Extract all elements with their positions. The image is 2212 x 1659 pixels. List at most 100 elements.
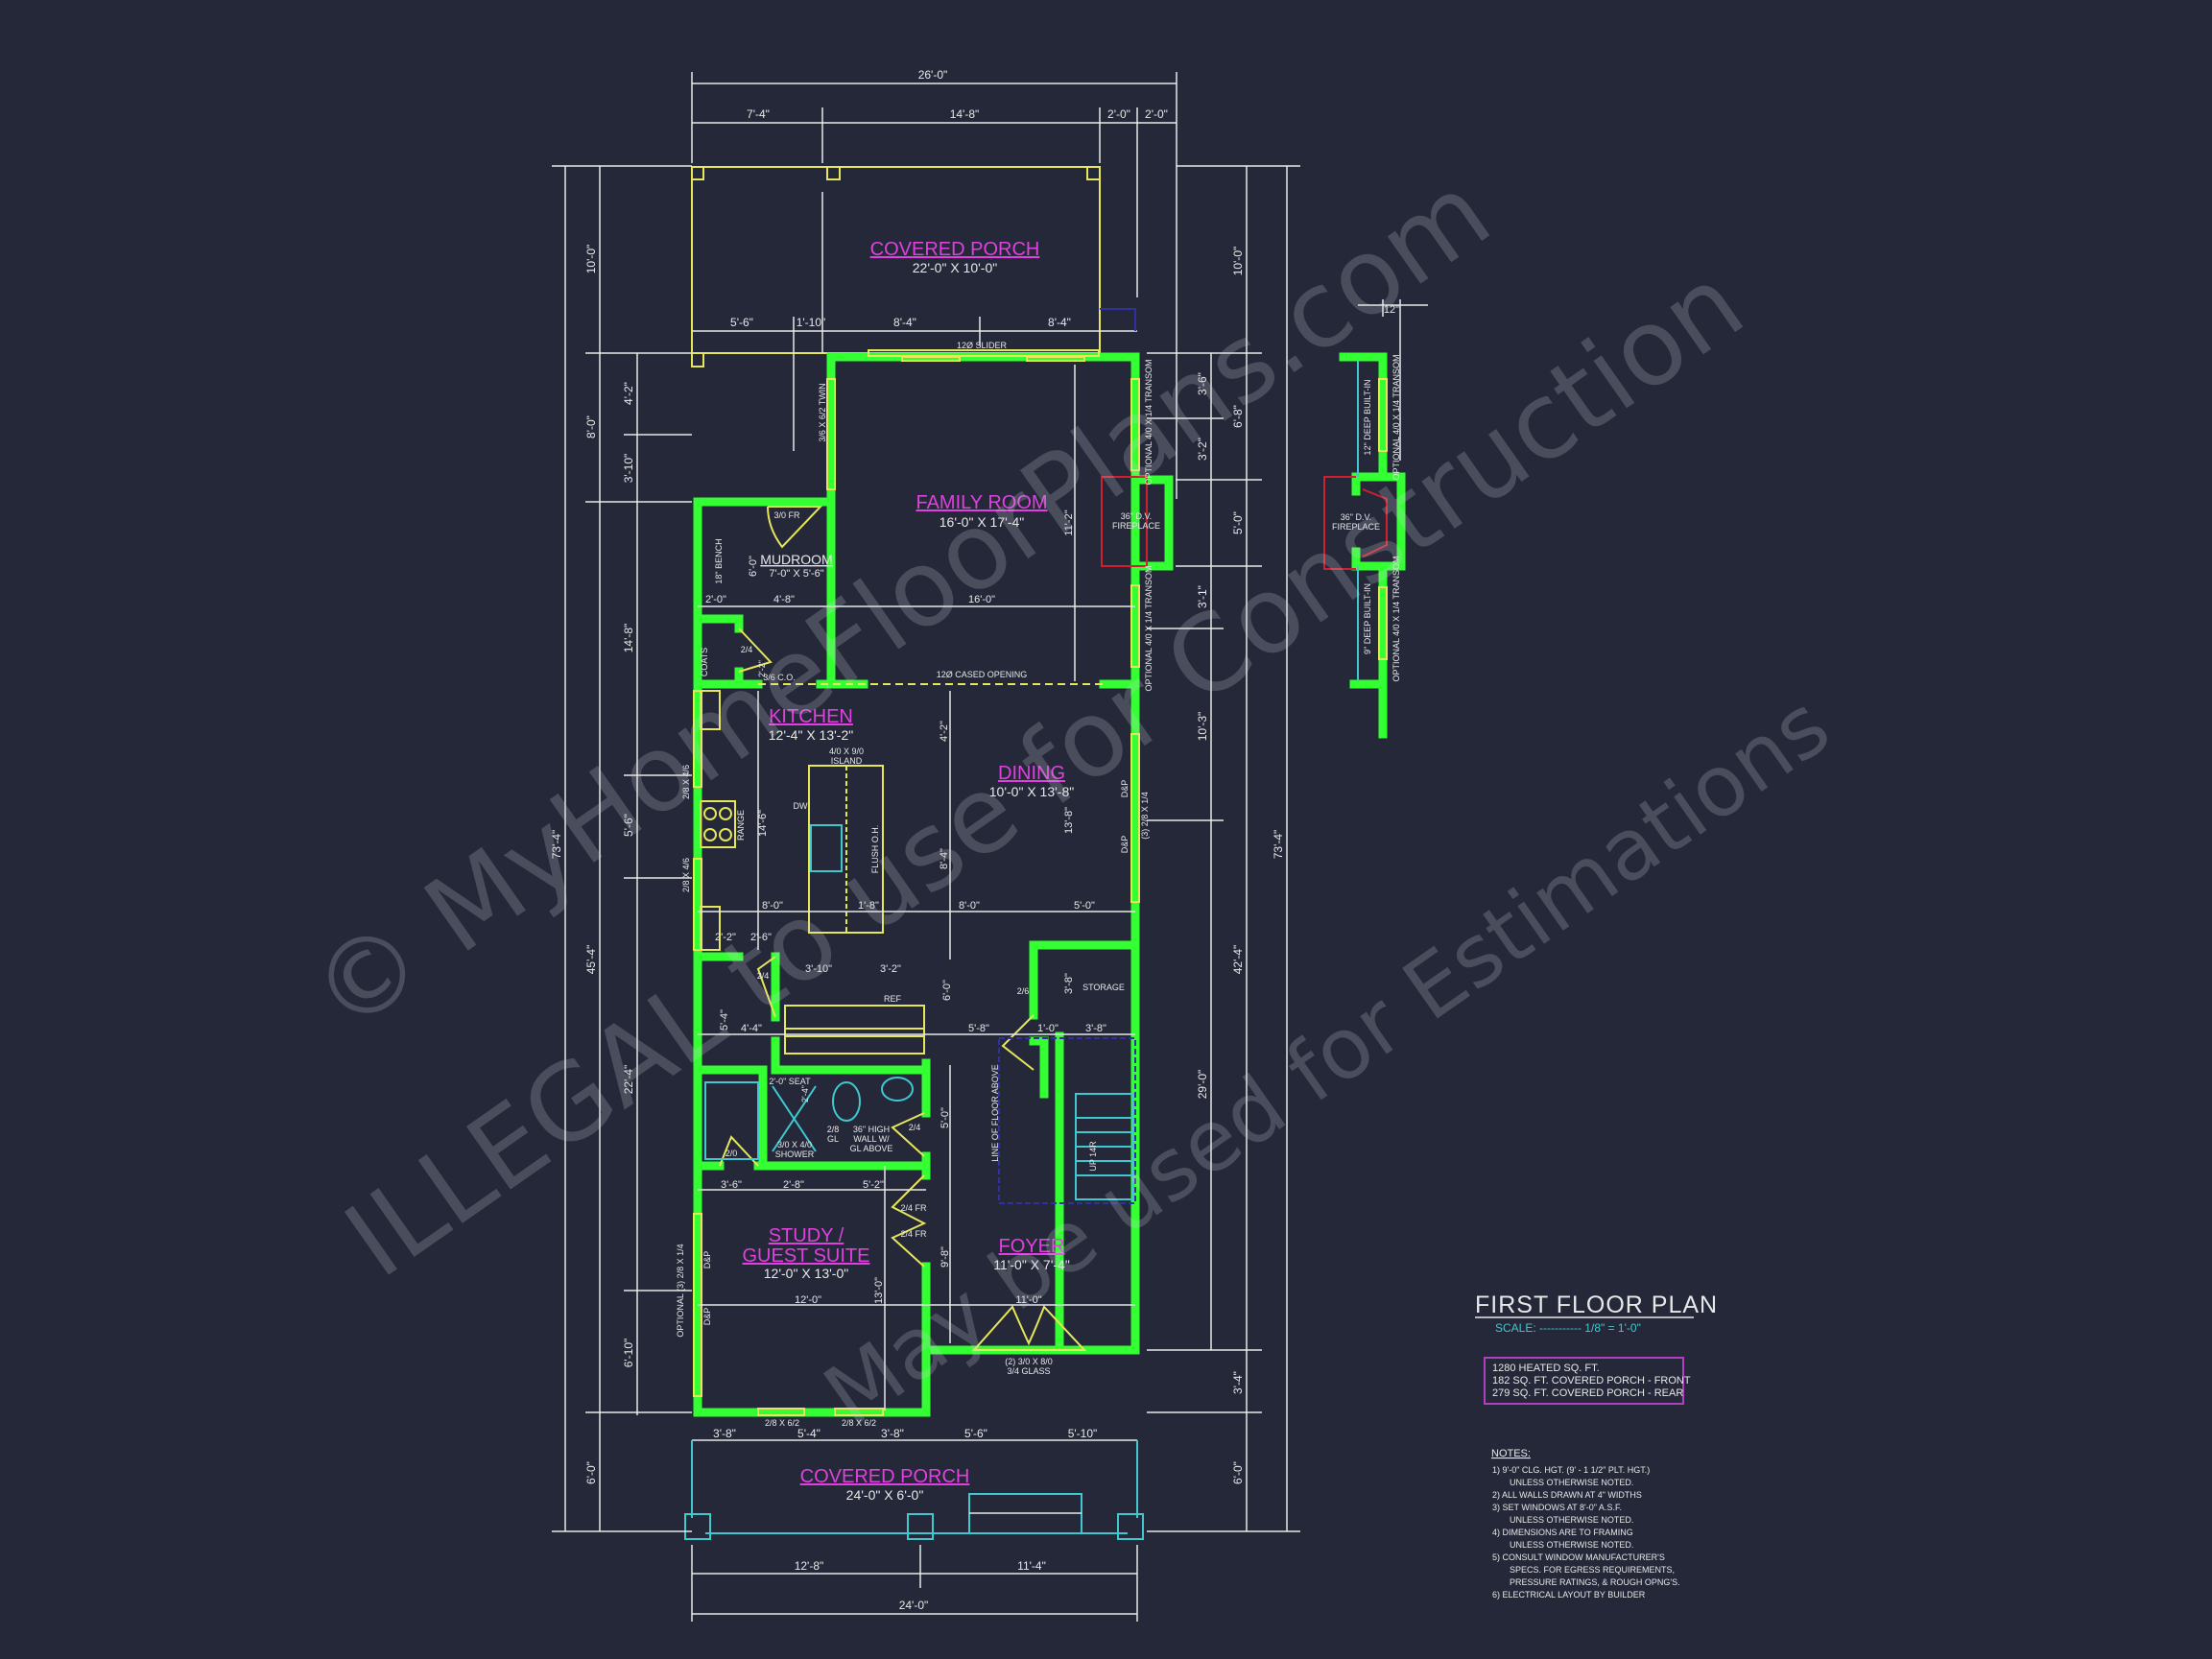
window-label: 2/8 X 4/6: [681, 858, 691, 892]
wall-note: WALL W/: [853, 1134, 890, 1144]
dim-label: 12'-0": [795, 1294, 821, 1306]
island-label: ISLAND: [831, 756, 863, 766]
entry-door-label: 3/4 GLASS: [1007, 1366, 1050, 1376]
dim-label: 3'-6": [721, 1179, 742, 1191]
dim-label: 5'-8": [968, 1023, 989, 1034]
area-line: 182 SQ. FT. COVERED PORCH - FRONT: [1492, 1375, 1691, 1386]
dim-label: 3'-8": [1085, 1023, 1106, 1034]
entry-door-label: (2) 3/0 X 8/0: [1005, 1357, 1053, 1366]
dim-left: 45'-4": [584, 945, 598, 975]
door-label: 2/4 FR: [900, 1203, 927, 1213]
dim-label: 3'-2": [880, 963, 901, 975]
door-label: 2/4: [909, 1123, 921, 1132]
dim-left: 10'-0": [584, 245, 598, 274]
note-line: PRESSURE RATINGS, & ROUGH OPNG'S.: [1510, 1577, 1680, 1587]
dim-left-inner: 14'-8": [622, 624, 635, 653]
room-name-front-porch: COVERED PORCH: [800, 1466, 970, 1487]
room-name-mudroom: MUDROOM: [760, 552, 832, 567]
window-label: 3/6 X 6/2 TWIN: [818, 383, 827, 441]
door-label: 2/8: [827, 1125, 840, 1134]
note-line: 4) DIMENSIONS ARE TO FRAMING: [1492, 1528, 1633, 1537]
dp-label: D&P: [1120, 836, 1130, 854]
dim-right-overall: 73'-4": [1272, 830, 1285, 860]
note-line: 1) 9'-0" CLG. HGT. (9' - 1 1/2" PLT. HGT…: [1492, 1465, 1650, 1475]
dim-right: 5'-0": [1231, 511, 1245, 534]
dim-top: 7'-4": [747, 107, 770, 121]
door-label: 2/0: [725, 1149, 738, 1158]
dp-label: D&P: [702, 1251, 712, 1269]
dim-left-inner: 6'-10": [622, 1339, 635, 1368]
plan-title: FIRST FLOOR PLAN: [1475, 1292, 1718, 1318]
ref-label: REF: [884, 994, 902, 1004]
floor-plan-drawing: 26'-0" 7'-4" 14'-8" 2'-0" 2'-0" COVERED …: [0, 0, 2212, 1659]
bench-label: 18" BENCH: [714, 538, 724, 583]
plan-scale: SCALE: ----------- 1/8" = 1'-0": [1495, 1321, 1641, 1335]
dim-label: 6'-0": [941, 980, 953, 1001]
shower-label: SHOWER: [775, 1149, 815, 1159]
area-line: 279 SQ. FT. COVERED PORCH - REAR: [1492, 1387, 1683, 1399]
dim-bottom: 5'-4": [797, 1427, 821, 1440]
window-label: 2/8 X 6/2: [765, 1418, 799, 1428]
seat-label: 2'-0" SEAT: [769, 1077, 811, 1086]
dim-label: 14'-6": [757, 810, 769, 837]
note-line: UNLESS OTHERWISE NOTED.: [1510, 1478, 1633, 1487]
dim-label: 1'-0": [1037, 1023, 1058, 1034]
dim-label: 2'-8": [783, 1179, 804, 1191]
floor-above-label: LINE OF FLOOR ABOVE: [990, 1064, 1000, 1162]
wall-note: 36" HIGH: [853, 1125, 890, 1134]
dim-label: 2'-4": [800, 1085, 810, 1102]
window-label: (3) 2/8 X 1/4: [1140, 792, 1150, 840]
dim-porch: 8'-4": [1048, 316, 1071, 329]
dim-left-inner: 3'-10": [622, 454, 635, 484]
note-line: UNLESS OTHERWISE NOTED.: [1510, 1540, 1633, 1550]
note-line: 5) CONSULT WINDOW MANUFACTURER'S: [1492, 1552, 1665, 1562]
dim-right: 3'-4": [1231, 1371, 1245, 1394]
dim-porch: 1'-10": [797, 316, 826, 329]
door-label: GL: [827, 1134, 839, 1144]
area-line: 1280 HEATED SQ. FT.: [1492, 1363, 1600, 1374]
dim-bottom: 5'-6": [964, 1427, 987, 1440]
dim-bottom-mid: 12'-8": [795, 1559, 824, 1573]
room-size-study: 12'-0" X 13'-0": [764, 1266, 848, 1281]
dim-right: 6'-0": [1231, 1461, 1245, 1484]
note-line: 2) ALL WALLS DRAWN AT 4" WIDTHS: [1492, 1490, 1642, 1500]
note-line: SPECS. FOR EGRESS REQUIREMENTS,: [1510, 1565, 1675, 1575]
dim-top: 2'-0": [1107, 107, 1130, 121]
dim-label: 2'-0": [705, 594, 726, 605]
room-size-front-porch: 24'-0" X 6'-0": [846, 1487, 924, 1503]
note-line: 3) SET WINDOWS AT 8'-0" A.S.F.: [1492, 1503, 1622, 1512]
room-size-rear-porch: 22'-0" X 10'-0": [913, 260, 997, 275]
dim-right: 10'-0": [1231, 247, 1245, 276]
wall-note: GL ABOVE: [850, 1144, 893, 1153]
room-name-rear-porch: COVERED PORCH: [870, 239, 1040, 260]
dim-bottom: 5'-10": [1068, 1427, 1098, 1440]
dim-porch: 5'-6": [730, 316, 753, 329]
dim-top: 2'-0": [1145, 107, 1168, 121]
island-label: 4/0 X 9/0: [829, 747, 864, 756]
room-name-study: STUDY /: [769, 1225, 844, 1246]
dim-right: 42'-4": [1231, 945, 1245, 975]
dim-top: 14'-8": [950, 107, 980, 121]
note-line: 6) ELECTRICAL LAYOUT BY BUILDER: [1492, 1590, 1646, 1600]
slider-label: 12Ø SLIDER: [957, 341, 1008, 350]
door-label: 2/6: [1017, 986, 1030, 996]
dim-porch: 8'-4": [893, 316, 916, 329]
dim-overall-bottom: 24'-0": [899, 1599, 929, 1612]
dim-left: 6'-0": [584, 1461, 598, 1484]
dim-bottom-mid: 11'-4": [1017, 1559, 1046, 1573]
note-line: UNLESS OTHERWISE NOTED.: [1510, 1515, 1633, 1525]
door-label: 2/4 FR: [900, 1229, 927, 1239]
dim-label: 6'-0": [748, 556, 759, 577]
door-label: 3/0 FR: [773, 510, 800, 520]
dim-label: 5'-0": [1074, 900, 1095, 912]
dim-label: 5'-2": [863, 1179, 884, 1191]
dim-label: 5'-0": [940, 1107, 951, 1128]
dim-overall-width: 26'-0": [918, 68, 948, 82]
dim-label: 3'-8": [1063, 973, 1075, 994]
notes-heading: NOTES:: [1491, 1448, 1531, 1459]
range-label: RANGE: [736, 810, 746, 841]
dim-label: 13'-0": [873, 1277, 885, 1304]
room-name-study-line2: GUEST SUITE: [743, 1245, 870, 1267]
storage-label: STORAGE: [1082, 983, 1125, 992]
dp-label: D&P: [702, 1308, 712, 1326]
